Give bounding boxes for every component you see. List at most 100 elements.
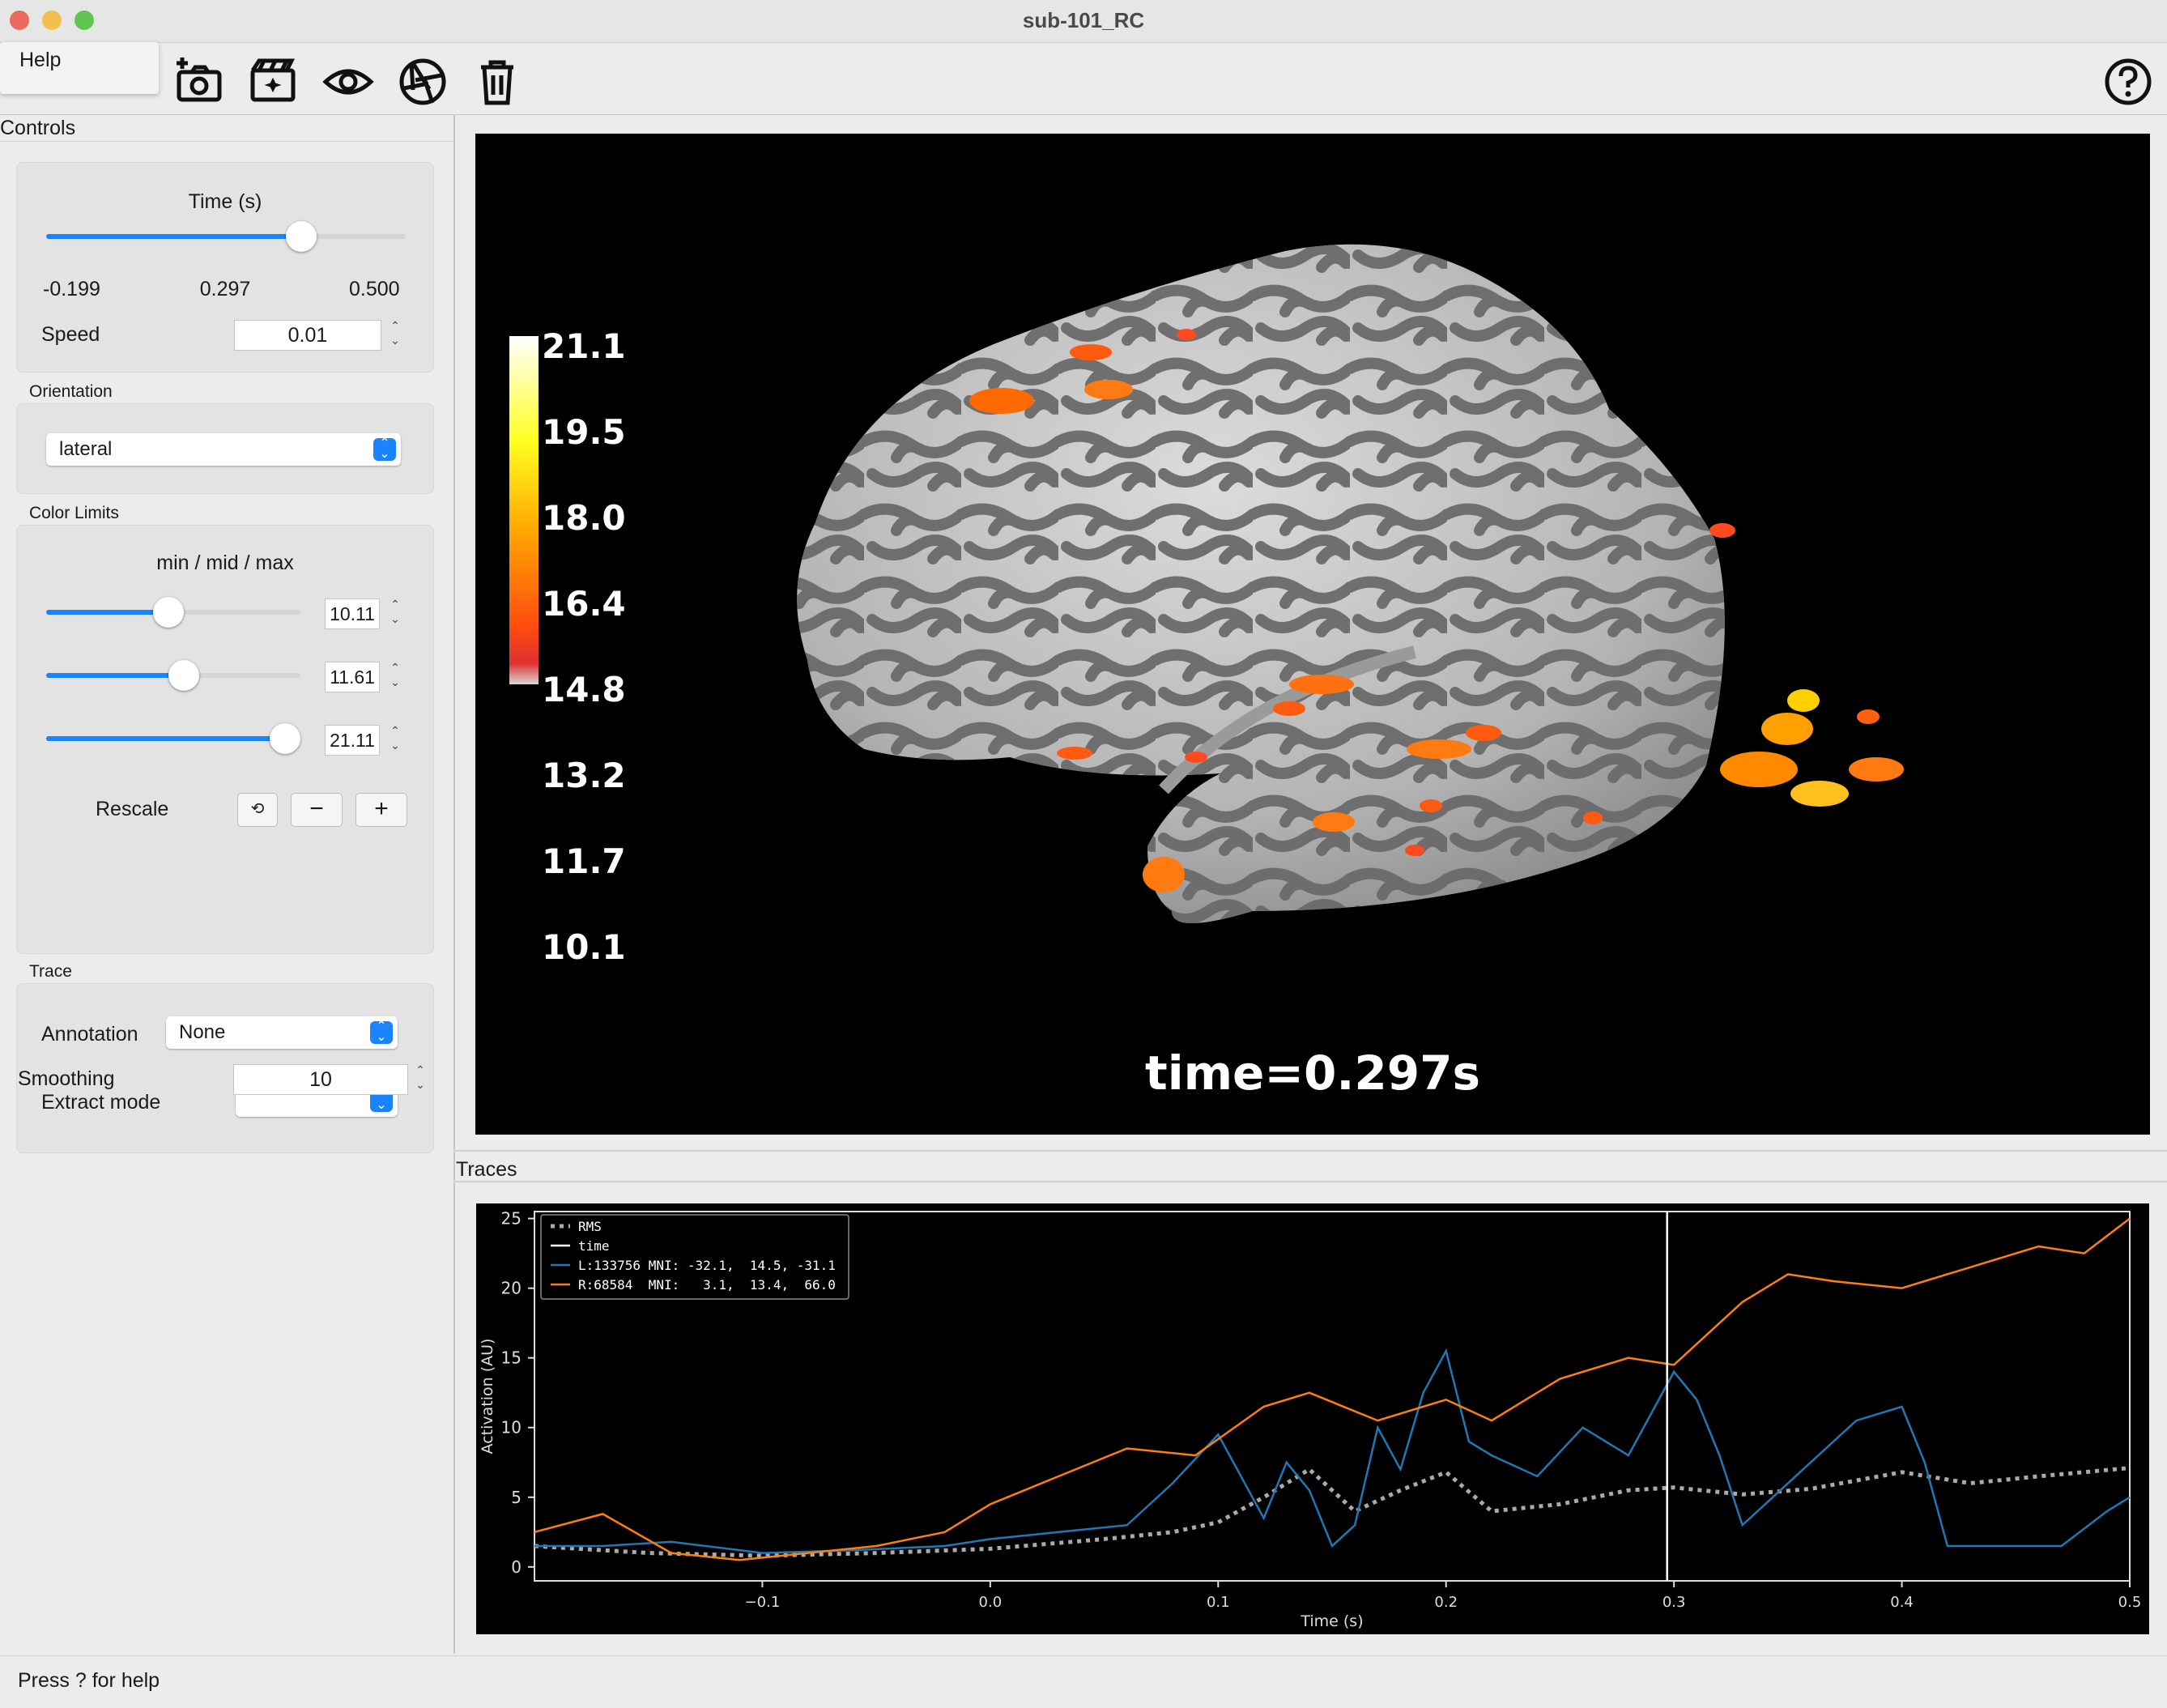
- colorbar-tick-label: 10.1: [542, 927, 626, 967]
- view-divider[interactable]: [453, 1150, 2167, 1152]
- annotation-select[interactable]: None ⌃ ⌄: [166, 1016, 398, 1049]
- legend-entry: RMS: [578, 1219, 602, 1234]
- y-tick-label: 5: [511, 1488, 522, 1507]
- colorbar-tick-label: 14.8: [542, 670, 626, 709]
- help-circle-icon[interactable]: [2102, 56, 2154, 108]
- color-limits-group: min / mid / max 10.11 ⌃ ⌄ 11.61 ⌃ ⌄ 21.11 …: [16, 525, 434, 954]
- chevron-down-icon[interactable]: ⌄: [390, 739, 400, 752]
- colorbar-tick-labels: 21.1 19.5 18.0 16.4 14.8 13.2 11.7 10.1: [542, 326, 626, 967]
- orientation-select[interactable]: lateral ⌃ ⌄: [46, 433, 401, 466]
- y-tick-label: 15: [501, 1348, 522, 1368]
- time-slider-fill: [46, 234, 301, 239]
- y-tick-label: 10: [501, 1418, 522, 1438]
- chevron-up-icon[interactable]: ⌃: [415, 1063, 425, 1076]
- minus-icon: −: [309, 795, 324, 822]
- chevron-up-icon[interactable]: ⌃: [390, 661, 400, 674]
- select-arrows-icon: ⌃⌄: [373, 437, 396, 461]
- plus-icon: +: [374, 795, 389, 822]
- colorbar-tick-label: 21.1: [542, 326, 626, 366]
- x-tick-label: 0.4: [1890, 1594, 1914, 1611]
- smoothing-label: Smoothing: [18, 1067, 115, 1090]
- trash-icon[interactable]: [471, 56, 523, 108]
- x-tick-label: 0.0: [979, 1594, 1003, 1611]
- min-stepper[interactable]: ⌃ ⌄: [386, 597, 404, 629]
- chevron-up-icon[interactable]: ⌃: [390, 598, 400, 611]
- window-title: sub-101_RC: [1022, 8, 1145, 32]
- speed-input[interactable]: 0.01: [234, 320, 381, 351]
- smoothing-stepper[interactable]: ⌃ ⌄: [411, 1063, 429, 1095]
- color-limits-label: Color Limits: [29, 504, 119, 522]
- title-bar: sub-101_RC: [0, 0, 2167, 43]
- help-menu-popup[interactable]: Help: [0, 42, 159, 94]
- traces-plot[interactable]: −0.1 0.0 0.1 0.2 0.3 0.4 0.5 0 5 10 15 20 25 Time (s)…: [476, 1203, 2149, 1634]
- min-input[interactable]: 10.11: [325, 598, 380, 629]
- colorbar: [509, 336, 539, 684]
- brain-render: 21.1 19.5 18.0 16.4 14.8 13.2 11.7 10.1 time=0.…: [509, 244, 1904, 1101]
- rescale-reset-button[interactable]: ⟲: [237, 793, 278, 827]
- color-limits-sublabel: min / mid / max: [156, 552, 294, 574]
- x-tick-label: 0.5: [2118, 1594, 2142, 1611]
- brain-3d-view[interactable]: 21.1 19.5 18.0 16.4 14.8 13.2 11.7 10.1 time=0.…: [475, 134, 2150, 1135]
- series-line: [534, 1466, 2131, 1558]
- time-slider-handle[interactable]: [286, 221, 317, 252]
- y-tick-label: 20: [501, 1279, 522, 1298]
- help-menu-item[interactable]: Help: [19, 49, 61, 72]
- min-slider-fill: [46, 610, 168, 615]
- toolbar: [0, 43, 2167, 115]
- chart-legend: RMS time L:133756 MNI: -32.1, 14.5, -31.1 R…: [540, 1214, 849, 1300]
- chevron-down-icon[interactable]: ⌄: [390, 612, 400, 625]
- chevron-down-icon[interactable]: ⌄: [390, 334, 400, 347]
- x-axis-label: Time (s): [1300, 1612, 1363, 1630]
- max-input[interactable]: 21.11: [325, 725, 380, 756]
- mid-slider-handle[interactable]: [168, 660, 199, 691]
- x-tick-label: 0.3: [1663, 1594, 1686, 1611]
- time-group: Time (s) -0.199 0.297 0.500 Speed 0.01 ⌃…: [16, 162, 434, 373]
- max-slider-fill: [46, 736, 285, 741]
- eye-icon[interactable]: [322, 56, 374, 108]
- time-overlay-text: time=0.297s: [1145, 1046, 1480, 1101]
- traces-chart: −0.1 0.0 0.1 0.2 0.3 0.4 0.5 0 5 10 15 20 25 Time (s)…: [479, 1209, 2142, 1630]
- status-bar: Press ? for help: [0, 1655, 2167, 1708]
- legend-entry: time: [578, 1238, 610, 1254]
- max-stepper[interactable]: ⌃ ⌄: [386, 723, 404, 756]
- series-line: [534, 1348, 2131, 1554]
- colorbar-tick-label: 16.4: [542, 584, 626, 624]
- x-tick-label: 0.2: [1434, 1594, 1458, 1611]
- mid-input[interactable]: 11.61: [325, 662, 380, 692]
- chevron-down-icon[interactable]: ⌄: [390, 675, 400, 688]
- time-label: Time (s): [188, 190, 262, 213]
- max-slider-handle[interactable]: [270, 723, 300, 754]
- annotation-label: Annotation: [41, 1023, 138, 1046]
- orientation-group: lateral ⌃ ⌄: [16, 403, 434, 494]
- rescale-label: Rescale: [96, 798, 169, 820]
- chevron-down-icon[interactable]: ⌄: [415, 1078, 425, 1091]
- orientation-label: Orientation: [29, 382, 113, 401]
- camera-add-icon[interactable]: [174, 56, 226, 108]
- legend-entry: R:68584 MNI: 3.1, 13.4, 66.0: [578, 1277, 836, 1293]
- mid-stepper[interactable]: ⌃ ⌄: [386, 660, 404, 692]
- x-tick-label: 0.1: [1207, 1594, 1230, 1611]
- select-arrows-icon: ⌃⌄: [370, 1020, 393, 1044]
- colorbar-tick-label: 18.0: [542, 498, 626, 538]
- smoothing-input[interactable]: 10: [233, 1064, 408, 1095]
- controls-header: Controls: [0, 117, 76, 139]
- rescale-minus-button[interactable]: −: [291, 793, 343, 827]
- controls-panel: Controls Time (s) -0.199 0.297 0.500 Spe…: [0, 115, 455, 1654]
- colorbar-tick-label: 19.5: [542, 412, 626, 452]
- x-tick-label: −0.1: [745, 1594, 781, 1611]
- status-text: Press ? for help: [18, 1669, 160, 1692]
- y-tick-label: 25: [501, 1209, 522, 1229]
- min-slider-handle[interactable]: [153, 597, 184, 628]
- rescale-plus-button[interactable]: +: [355, 793, 407, 827]
- extract-mode-label: Extract mode: [41, 1091, 161, 1114]
- y-tick-label: 0: [511, 1557, 522, 1577]
- chevron-up-icon[interactable]: ⌃: [390, 724, 400, 737]
- colorbar-tick-label: 13.2: [542, 756, 626, 795]
- movie-icon[interactable]: [248, 56, 300, 108]
- legend-entry: L:133756 MNI: -32.1, 14.5, -31.1: [578, 1258, 836, 1273]
- chevron-up-icon[interactable]: ⌃: [390, 319, 400, 332]
- aperture-icon[interactable]: [397, 56, 449, 108]
- traces-header: Traces: [456, 1158, 517, 1181]
- reset-icon: ⟲: [250, 800, 265, 818]
- speed-stepper[interactable]: ⌃ ⌄: [386, 318, 404, 351]
